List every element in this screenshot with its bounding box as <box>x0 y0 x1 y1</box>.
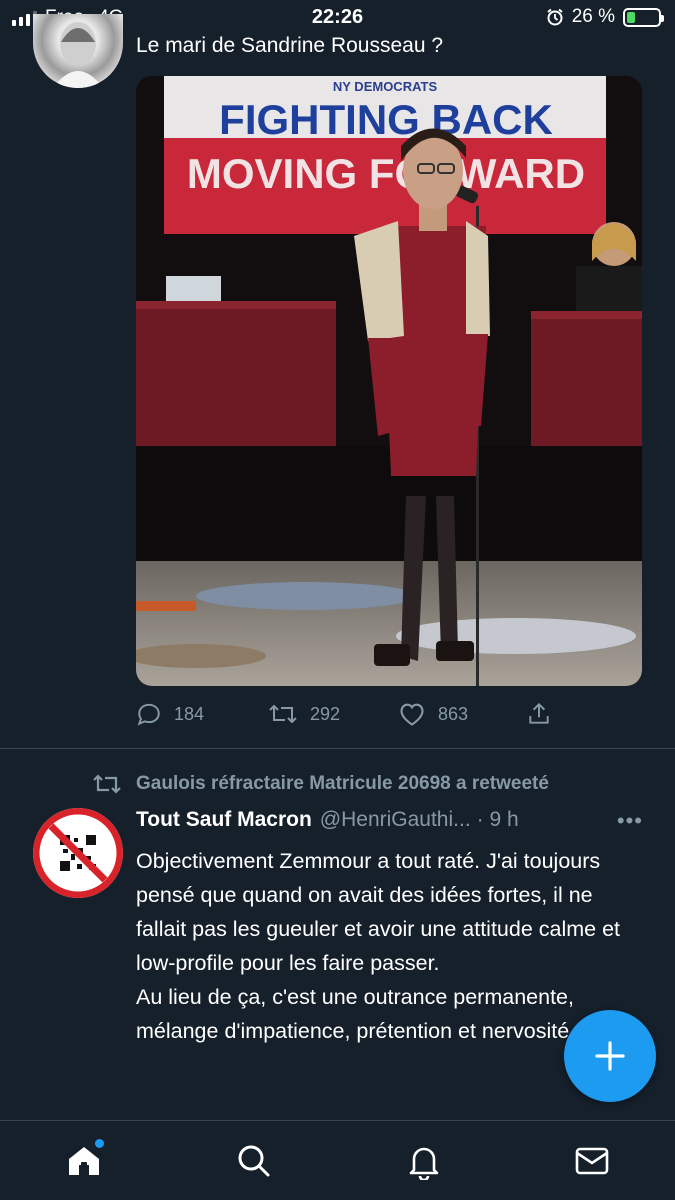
banner-brand: NY DEMOCRATS <box>333 79 438 94</box>
tweet-photo[interactable]: NY DEMOCRATS FIGHTING BACK MOVING FORWAR… <box>136 76 642 686</box>
tweet-text: Objectivement Zemmour a tout raté. J'ai … <box>136 849 621 1043</box>
reply-button[interactable]: 184 <box>136 701 204 727</box>
nav-home[interactable] <box>64 1139 104 1181</box>
search-icon <box>238 1145 270 1177</box>
reply-count: 184 <box>174 703 205 724</box>
like-button[interactable]: 863 <box>398 701 468 727</box>
compose-button[interactable] <box>564 1010 656 1102</box>
tweet-time: · 9 h <box>476 808 519 831</box>
like-count: 863 <box>438 703 469 724</box>
battery-icon <box>623 7 664 27</box>
retweeted-by-label: Gaulois réfractaire Matricule 20698 a re… <box>136 773 549 794</box>
share-button[interactable] <box>526 701 552 727</box>
author-name[interactable]: Tout Sauf Macron <box>136 808 312 832</box>
nav-notifications[interactable] <box>404 1141 444 1181</box>
retweet-context[interactable]: Gaulois réfractaire Matricule 20698 a re… <box>92 772 549 796</box>
retweet-icon <box>269 704 297 724</box>
banner-line2: MOVING FORWARD <box>187 150 585 197</box>
banner-line1: FIGHTING BACK <box>219 96 553 143</box>
reply-icon <box>137 703 160 726</box>
retweet-button[interactable]: 292 <box>268 701 340 727</box>
author-handle[interactable]: @HenriGauthi... <box>320 808 471 832</box>
share-icon <box>529 702 549 724</box>
more-options-button[interactable]: ••• <box>617 808 643 834</box>
notification-dot <box>95 1139 104 1148</box>
avatar[interactable] <box>33 808 123 898</box>
battery-percent: 26 % <box>571 6 615 27</box>
bell-icon <box>409 1147 439 1180</box>
tweet-text: Le mari de Sandrine Rousseau ? <box>136 34 444 57</box>
mail-icon <box>575 1147 609 1175</box>
nav-messages[interactable] <box>572 1141 612 1181</box>
avatar[interactable] <box>33 14 123 88</box>
plus-icon <box>595 1041 625 1071</box>
alarm-icon <box>547 8 563 26</box>
retweet-count: 292 <box>310 703 341 724</box>
divider <box>0 748 675 749</box>
bottom-nav <box>0 1120 675 1200</box>
tweet-actions: 184 292 863 <box>136 698 556 730</box>
status-right: 26 % <box>546 6 664 28</box>
nav-search[interactable] <box>234 1141 274 1181</box>
retweet-icon <box>93 774 121 794</box>
tweet-header: Tout Sauf Macron @HenriGauthi... · 9 h <box>136 808 646 832</box>
heart-icon <box>400 703 424 726</box>
